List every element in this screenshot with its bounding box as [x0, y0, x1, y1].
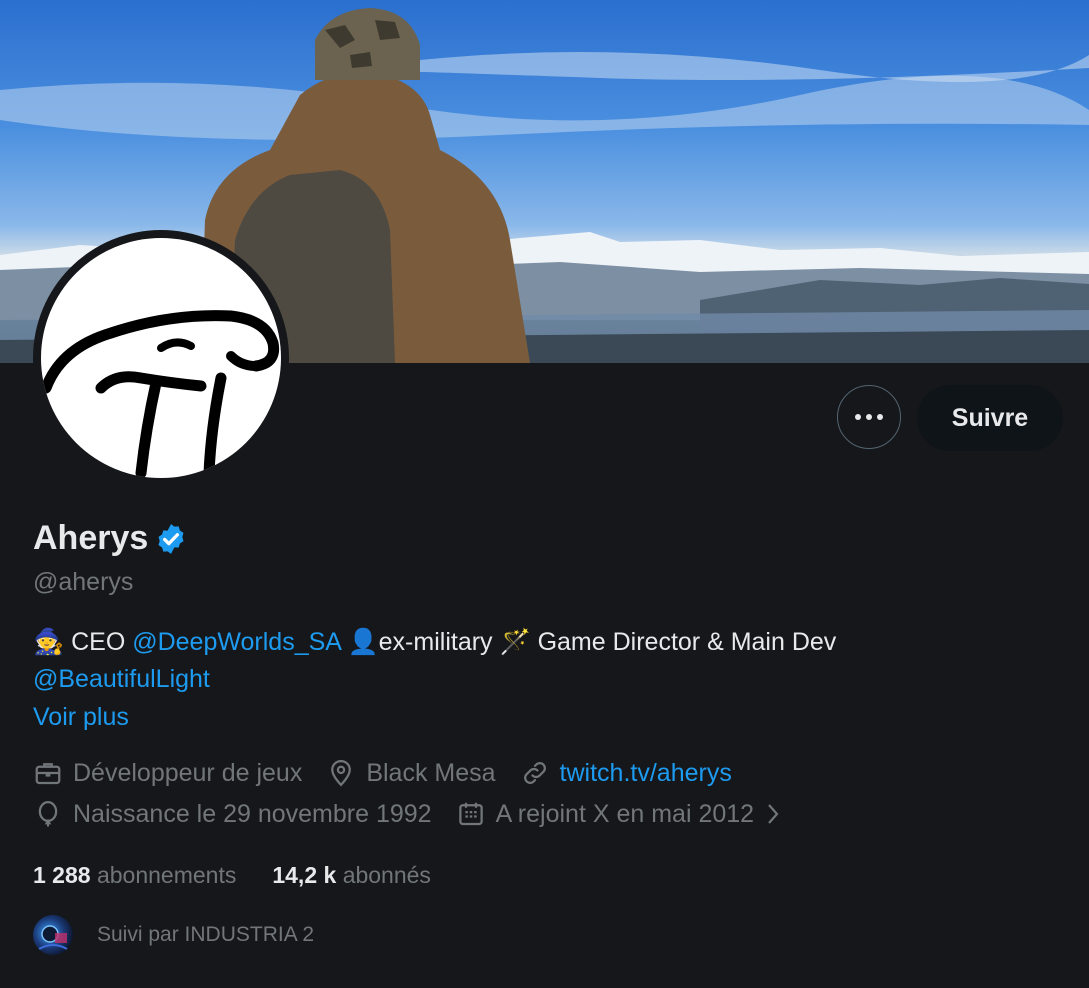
followers-label: abonnés	[342, 862, 431, 888]
meta-job-text: Développeur de jeux	[73, 758, 303, 787]
meta-website-link[interactable]: twitch.tv/aherys	[560, 759, 732, 788]
bio-text-director: Game Director & Main Dev	[530, 628, 837, 656]
verified-badge-icon[interactable]	[154, 522, 188, 556]
following-label: abonnements	[96, 862, 237, 888]
meta-location-text: Black Mesa	[366, 758, 496, 787]
wand-emoji-icon: 🪄	[499, 628, 531, 656]
followers-stat[interactable]: 14,2 k abonnés	[272, 862, 431, 889]
meta-birth: Naissance le 29 novembre 1992	[33, 799, 432, 829]
profile-avatar[interactable]	[33, 230, 289, 486]
location-pin-icon	[331, 759, 352, 787]
following-stat[interactable]: 1 288 abonnements	[33, 862, 236, 889]
follow-button[interactable]: Suivre	[917, 385, 1063, 451]
wizard-emoji-icon: 🧙	[33, 628, 65, 656]
follower-avatar-image	[38, 925, 68, 950]
bio-text-ceo: CEO	[64, 628, 133, 656]
person-emoji-icon: 👤	[340, 628, 379, 656]
avatar-drawing	[41, 310, 280, 478]
profile-name-row: Aherys	[33, 519, 188, 558]
profile-stats: 1 288 abonnements 14,2 k abonnés	[33, 862, 467, 889]
bio-text-military: ex-military	[378, 628, 500, 656]
follower-avatar[interactable]	[33, 915, 73, 955]
following-count: 1 288	[33, 862, 91, 888]
profile-meta-row-1: Développeur de jeux Black Mesa twitch.tv…	[33, 758, 756, 788]
chevron-right-icon	[768, 804, 779, 824]
followed-by-text: Suivi par INDUSTRIA 2	[97, 923, 315, 946]
meta-joined[interactable]: A rejoint X en mai 2012	[456, 799, 787, 829]
balloon-icon	[38, 801, 58, 827]
meta-location: Black Mesa	[326, 758, 496, 788]
bio-mention-deepworlds[interactable]: @DeepWorlds_SA	[132, 628, 340, 656]
profile-handle: @aherys	[33, 568, 134, 596]
meta-joined-text: A rejoint X en mai 2012	[495, 799, 755, 828]
meta-website[interactable]: twitch.tv/aherys	[520, 758, 732, 788]
followed-by[interactable]: Suivi par INDUSTRIA 2	[33, 915, 314, 955]
bio-mention-beautifullight[interactable]: @BeautifulLight	[33, 665, 210, 693]
link-icon	[523, 762, 546, 784]
briefcase-icon	[35, 763, 61, 785]
followers-count: 14,2 k	[272, 862, 337, 888]
more-options-button[interactable]	[837, 385, 901, 449]
see-more-link[interactable]: Voir plus	[33, 703, 129, 732]
profile-bio: 🧙 CEO @DeepWorlds_SA 👤ex-military 🪄 Game…	[33, 624, 1053, 698]
meta-job: Développeur de jeux	[33, 758, 302, 788]
profile-meta-row-2: Naissance le 29 novembre 1992 A rejoint …	[33, 799, 810, 829]
meta-birth-text: Naissance le 29 novembre 1992	[73, 799, 432, 828]
profile-name: Aherys	[33, 519, 149, 557]
more-dots-icon	[855, 414, 883, 420]
calendar-icon	[458, 802, 483, 826]
